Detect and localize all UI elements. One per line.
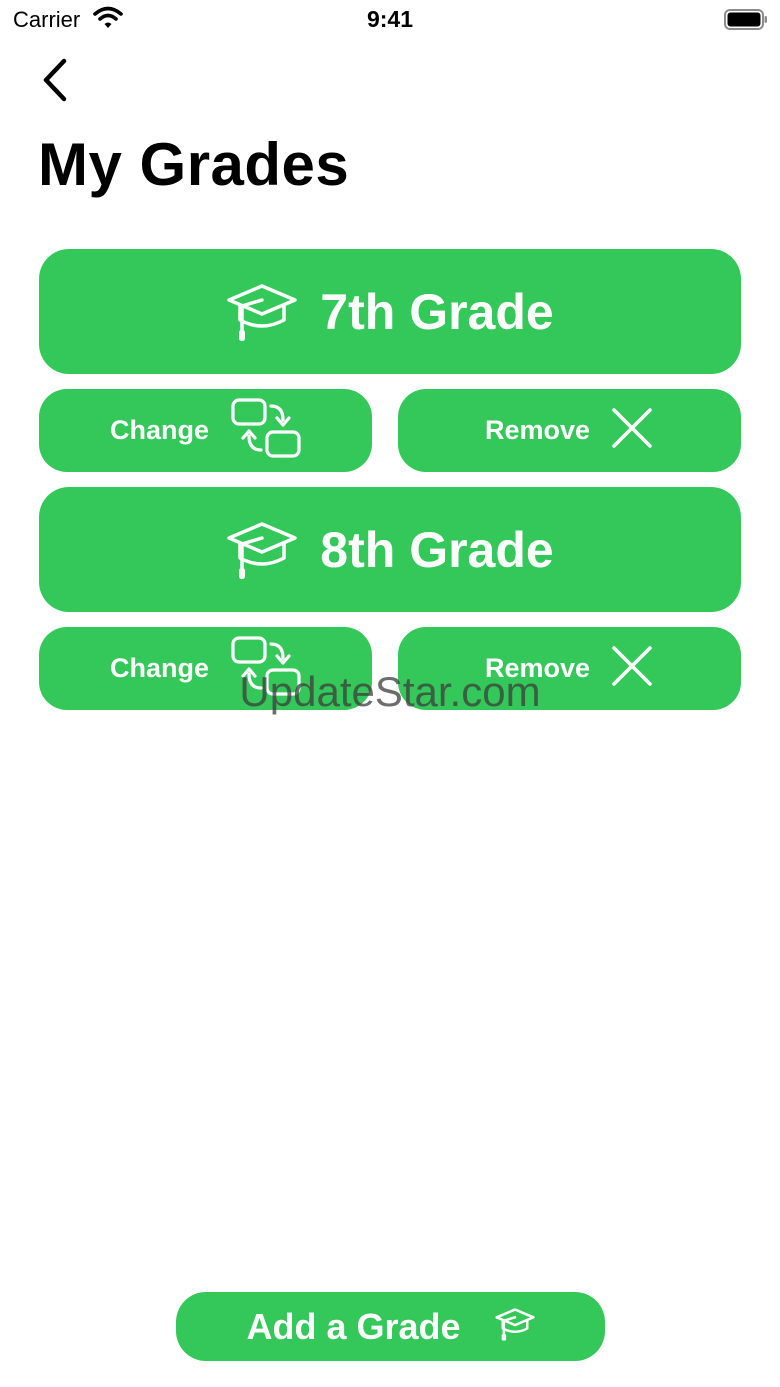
grade-card-7th[interactable]: 7th Grade (39, 249, 741, 374)
close-icon (610, 644, 654, 693)
graduation-cap-icon (227, 283, 298, 341)
remove-button[interactable]: Remove (398, 389, 741, 472)
remove-button[interactable]: Remove (398, 627, 741, 710)
change-button[interactable]: Change (39, 627, 372, 710)
battery-icon (724, 9, 767, 30)
screen: Carrier 9:41 My Grades 7th Grade Change (0, 0, 780, 1387)
change-button[interactable]: Change (39, 389, 372, 472)
change-label: Change (109, 653, 209, 683)
swap-icon (231, 398, 301, 463)
graduation-cap-icon (227, 521, 298, 579)
graduation-cap-icon (494, 1306, 535, 1347)
close-icon (610, 406, 654, 455)
grade-label: 7th Grade (320, 283, 554, 340)
add-grade-button[interactable]: Add a Grade (176, 1292, 605, 1361)
remove-label: Remove (484, 653, 591, 683)
change-label: Change (109, 415, 209, 445)
clock: 9:41 (366, 6, 414, 32)
chevron-left-icon (43, 58, 67, 102)
back-button[interactable] (30, 52, 80, 108)
grade-label: 8th Grade (320, 521, 554, 578)
add-grade-label: Add a Grade (246, 1305, 461, 1347)
remove-label: Remove (484, 415, 591, 445)
grade-card-8th[interactable]: 8th Grade (39, 487, 741, 612)
status-bar: Carrier 9:41 (0, 0, 780, 40)
page-title: My Grades (38, 131, 350, 198)
swap-icon (231, 636, 301, 701)
